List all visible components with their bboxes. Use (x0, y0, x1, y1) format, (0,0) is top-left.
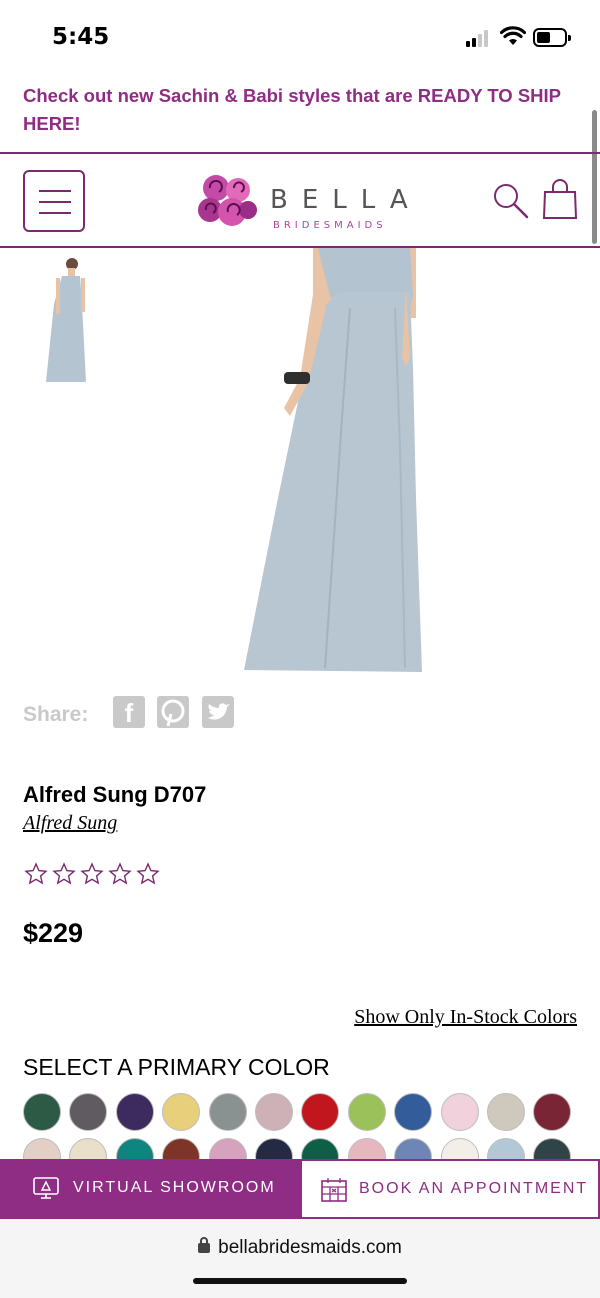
facebook-icon[interactable]: f (113, 696, 145, 728)
brand-link[interactable]: Alfred Sung (23, 812, 117, 835)
virtual-showroom-button[interactable]: VIRTUAL SHOWROOM (0, 1159, 300, 1219)
home-indicator[interactable] (193, 1278, 407, 1284)
rose-logo-icon (198, 175, 257, 226)
pinterest-icon[interactable] (157, 696, 189, 728)
cellular-signal-icon (466, 29, 492, 47)
color-swatch[interactable] (69, 1093, 108, 1131)
color-swatch[interactable] (162, 1093, 201, 1131)
color-swatch[interactable] (255, 1093, 293, 1131)
virtual-showroom-label: VIRTUAL SHOWROOM (73, 1179, 276, 1196)
search-icon[interactable] (492, 182, 530, 220)
lock-icon (198, 1237, 211, 1253)
url-text: bellabridesmaids.com (218, 1237, 402, 1258)
star-icon (24, 862, 48, 885)
star-icon (108, 862, 132, 885)
site-header: BELLA BRIDESMAIDS (0, 152, 600, 248)
color-swatch[interactable] (115, 1093, 154, 1131)
product-price: $229 (23, 918, 84, 948)
color-swatch[interactable] (301, 1093, 340, 1131)
color-swatch[interactable] (23, 1093, 61, 1131)
color-swatch[interactable] (487, 1093, 525, 1131)
menu-button[interactable] (23, 170, 85, 232)
color-swatch[interactable] (533, 1093, 572, 1131)
select-color-title: SELECT A PRIMARY COLOR (23, 1054, 330, 1080)
product-main-image[interactable] (230, 248, 440, 676)
book-appointment-label: BOOK AN APPOINTMENT (359, 1180, 589, 1197)
share-label: Share: (23, 703, 89, 726)
color-swatch[interactable] (347, 1093, 386, 1131)
instock-colors-link[interactable]: Show Only In-Stock Colors (354, 1006, 577, 1029)
star-icon (136, 862, 160, 885)
showroom-icon (33, 1177, 59, 1199)
status-time: 5:45 (52, 24, 110, 50)
url-display[interactable]: bellabridesmaids.com (0, 1237, 600, 1259)
twitter-icon[interactable] (202, 696, 234, 728)
battery-icon (533, 28, 571, 47)
bella-bridesmaids-logo[interactable]: BELLA BRIDESMAIDS (194, 168, 424, 234)
action-bar: VIRTUAL SHOWROOM BOOK AN APPOINTMENT (0, 1159, 600, 1219)
book-appointment-button[interactable]: BOOK AN APPOINTMENT (300, 1159, 600, 1219)
logo-wordmark: BELLA (270, 185, 422, 215)
wifi-icon (500, 26, 526, 45)
color-swatch[interactable] (394, 1093, 433, 1131)
product-thumbnail[interactable] (44, 254, 90, 386)
status-bar: 5:45 (0, 0, 600, 76)
calendar-icon (321, 1178, 347, 1202)
shopping-bag-icon[interactable] (542, 178, 578, 220)
logo-subtitle: BRIDESMAIDS (273, 220, 387, 231)
browser-address-bar[interactable]: bellabridesmaids.com (0, 1219, 600, 1298)
product-title: Alfred Sung D707 (23, 782, 207, 807)
promo-banner-link[interactable]: Check out new Sachin & Babi styles that … (23, 82, 573, 138)
color-swatch[interactable] (440, 1093, 479, 1131)
color-swatch[interactable] (208, 1093, 247, 1131)
star-icon (80, 862, 104, 885)
star-icon (52, 862, 76, 885)
